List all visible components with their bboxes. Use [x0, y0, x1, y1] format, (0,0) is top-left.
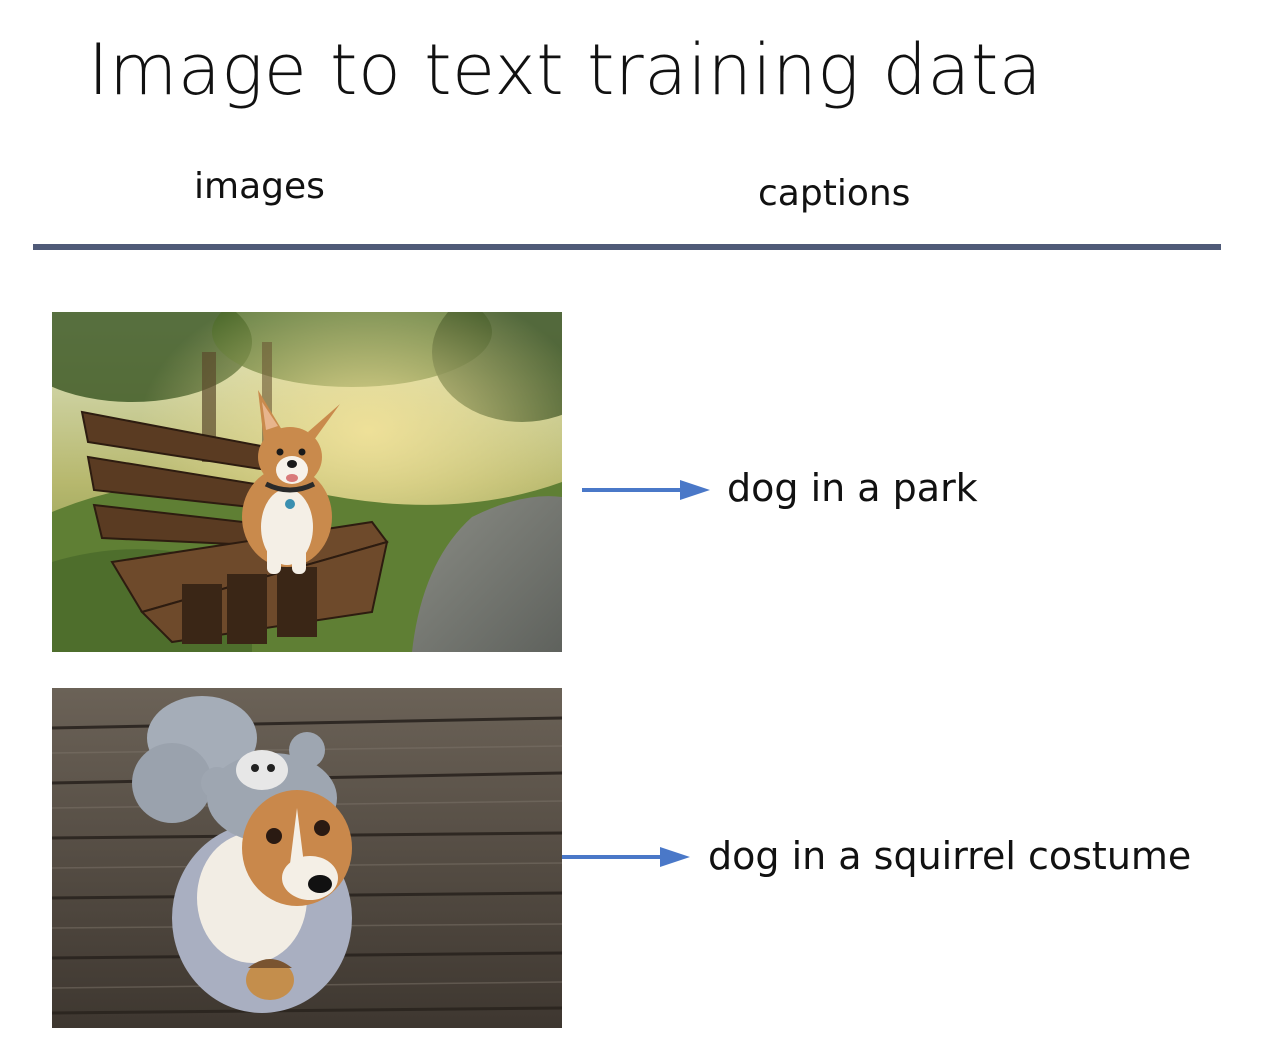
arrow-right-icon — [562, 845, 692, 869]
caption-text: dog in a squirrel costume — [708, 834, 1192, 878]
slide-title: Image to text training data — [88, 29, 1043, 111]
images-column-header: images — [194, 166, 325, 207]
slide: Image to text training data images capti… — [0, 0, 1268, 1052]
dog-on-bench-photo — [52, 312, 562, 652]
captions-column-header: captions — [758, 173, 911, 214]
caption-text: dog in a park — [727, 466, 978, 510]
arrow-right-icon — [582, 478, 712, 502]
header-divider — [33, 244, 1221, 250]
dog-in-costume-photo — [52, 688, 562, 1028]
